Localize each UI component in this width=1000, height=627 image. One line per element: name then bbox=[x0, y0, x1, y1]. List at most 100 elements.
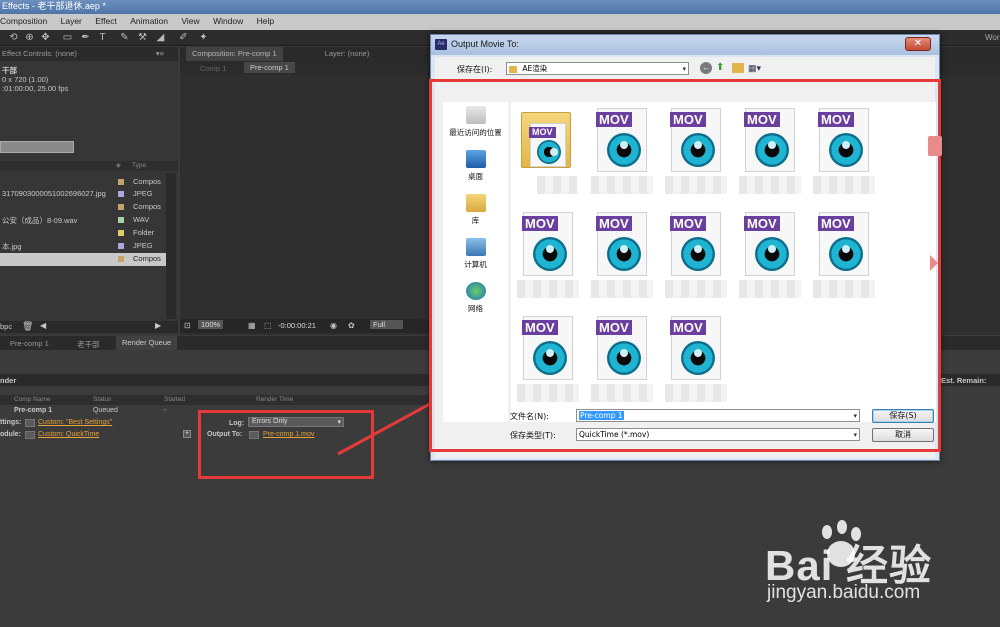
comp-name-col[interactable]: Comp Name bbox=[14, 395, 50, 405]
color-channel-icon[interactable]: ✿ bbox=[348, 321, 355, 330]
effect-controls-tab[interactable]: Effect Controls: (none) ▾≡ bbox=[0, 47, 178, 61]
project-footer: bpc 🗑 ◀ ▶ bbox=[0, 321, 178, 333]
label-color-swatch[interactable] bbox=[118, 179, 124, 185]
type-column-header[interactable]: Type bbox=[132, 161, 146, 171]
status-col[interactable]: Status bbox=[93, 395, 111, 405]
label-color-swatch[interactable] bbox=[118, 230, 124, 236]
project-item-duration: :01:00:00, 25.00 fps bbox=[2, 84, 69, 93]
scroll-marker bbox=[928, 136, 942, 156]
chevron-down-icon: ▾ bbox=[682, 65, 686, 73]
project-column-header: ◈ Type bbox=[0, 161, 178, 171]
tab-old-cadre[interactable]: 老干部 bbox=[77, 339, 100, 350]
workspace-label[interactable]: Wor bbox=[985, 33, 1000, 42]
output-movie-dialog: Ae Output Movie To: ✕ 保存在(I): AE渲染 ▾ ← ⬆… bbox=[429, 34, 941, 461]
close-button[interactable]: ✕ bbox=[905, 37, 931, 51]
menu-layer[interactable]: Layer bbox=[61, 14, 82, 29]
save-in-label: 保存在(I): bbox=[457, 65, 493, 74]
resolution-dropdown[interactable]: Full bbox=[370, 320, 404, 329]
project-item-resolution: 0 x 720 (1.00) bbox=[2, 75, 49, 84]
annotation-file-box bbox=[429, 79, 941, 452]
render-item-started: - bbox=[164, 407, 167, 414]
list-item[interactable]: 本.jpg JPEG bbox=[0, 240, 166, 253]
menu-composition[interactable]: Composition bbox=[0, 14, 47, 29]
brush-tool-icon[interactable]: ✎ bbox=[119, 32, 130, 43]
save-in-dropdown[interactable]: AE渲染 ▾ bbox=[506, 62, 689, 75]
save-in-value: AE渲染 bbox=[522, 64, 548, 73]
watermark-url: jingyan.baidu.com bbox=[767, 582, 921, 603]
composition-tab[interactable]: Composition: Pre-comp 1 bbox=[186, 47, 283, 61]
menu-window[interactable]: Window bbox=[213, 14, 243, 29]
pre-comp-1-subtab[interactable]: Pre-comp 1 bbox=[244, 62, 295, 73]
roto-brush-tool-icon[interactable]: ✐ bbox=[178, 32, 189, 43]
output-module-dropdown[interactable] bbox=[25, 431, 35, 439]
up-folder-icon[interactable]: ⬆ bbox=[716, 62, 728, 74]
menu-effect[interactable]: Effect bbox=[95, 14, 117, 29]
render-item-name[interactable]: Pre-comp 1 bbox=[14, 407, 52, 414]
project-list-scrollbar[interactable] bbox=[166, 173, 176, 319]
output-module-link[interactable]: Custom: QuickTime bbox=[38, 431, 99, 438]
label-color-swatch[interactable] bbox=[118, 204, 124, 210]
list-item-selected[interactable]: Compos bbox=[0, 253, 166, 266]
camera-tool-icon[interactable]: ⊕ bbox=[24, 32, 35, 43]
layer-tab[interactable]: Layer: (none) bbox=[325, 49, 370, 58]
list-item[interactable]: 公安（成品）8-09.wav WAV bbox=[0, 214, 166, 227]
dialog-title: Output Movie To: bbox=[451, 39, 519, 49]
grid-icon[interactable]: ▦ bbox=[248, 321, 256, 330]
always-preview-icon[interactable]: ⊡ bbox=[184, 321, 191, 330]
dialog-title-bar[interactable]: Ae Output Movie To: ✕ bbox=[431, 35, 939, 55]
started-col[interactable]: Started bbox=[164, 395, 185, 405]
back-icon[interactable]: ← bbox=[700, 62, 712, 74]
project-file-list: Compos 317090300005100269​6027.jpg JPEG … bbox=[0, 173, 166, 320]
rotate-tool-icon[interactable]: ⟲ bbox=[8, 32, 19, 43]
output-module-label: odule: bbox=[0, 431, 21, 438]
text-tool-icon[interactable]: T bbox=[97, 32, 108, 43]
baidu-watermark: Bai 经验 jingyan.baidu.com bbox=[720, 520, 990, 620]
render-item-status: Queued bbox=[93, 407, 118, 414]
zoom-dropdown[interactable]: 100% bbox=[198, 320, 224, 329]
snapshot-icon[interactable]: ◉ bbox=[330, 321, 337, 330]
label-color-swatch[interactable] bbox=[118, 243, 124, 249]
after-effects-logo-icon: Ae bbox=[435, 39, 447, 50]
label-color-swatch[interactable] bbox=[118, 191, 124, 197]
effect-controls-tab-label: Effect Controls: (none) bbox=[2, 49, 77, 58]
project-panel: Effect Controls: (none) ▾≡ 干部 0 x 720 (1… bbox=[0, 47, 178, 335]
render-settings-link[interactable]: Custom: "Best Settings" bbox=[38, 419, 112, 426]
project-search-input[interactable] bbox=[0, 141, 74, 153]
label-color-swatch[interactable] bbox=[118, 217, 124, 223]
render-settings-dropdown[interactable] bbox=[25, 419, 35, 427]
eraser-tool-icon[interactable]: ◢ bbox=[155, 32, 166, 43]
tab-pre-comp-1[interactable]: Pre-comp 1 bbox=[10, 339, 49, 348]
label-color-swatch[interactable] bbox=[118, 256, 124, 262]
pen-tool-icon[interactable]: ✒ bbox=[80, 32, 91, 43]
scroll-left-icon[interactable]: ◀ bbox=[40, 321, 46, 330]
label-column-icon[interactable]: ◈ bbox=[116, 161, 121, 171]
menu-animation[interactable]: Animation bbox=[130, 14, 168, 29]
region-icon[interactable]: ⬚ bbox=[264, 321, 272, 330]
timecode-display[interactable]: -0:00:00:21 bbox=[278, 321, 316, 330]
panel-menu-icon[interactable]: ▾≡ bbox=[156, 47, 164, 61]
render-time-col[interactable]: Render Time bbox=[256, 395, 293, 405]
app-title: Effects - 老干部退休.aep * bbox=[2, 1, 106, 11]
new-folder-icon[interactable] bbox=[732, 63, 744, 73]
app-title-bar: Effects - 老干部退休.aep * bbox=[0, 0, 1000, 14]
tab-render-queue[interactable]: Render Queue bbox=[116, 336, 178, 350]
folder-icon bbox=[509, 65, 517, 73]
view-menu-icon[interactable]: ▦▾ bbox=[748, 62, 768, 74]
list-item[interactable]: Compos bbox=[0, 201, 166, 214]
bpc-button[interactable]: bpc bbox=[0, 322, 12, 331]
menu-help[interactable]: Help bbox=[257, 14, 274, 29]
menu-view[interactable]: View bbox=[181, 14, 199, 29]
trash-icon[interactable]: 🗑 bbox=[22, 321, 33, 332]
composition-footer: ⊡ 100% ▦ ⬚ -0:00:00:21 ◉ ✿ Full bbox=[180, 319, 430, 333]
clone-stamp-tool-icon[interactable]: ⚒ bbox=[137, 32, 148, 43]
scroll-right-icon[interactable]: ▶ bbox=[155, 321, 161, 330]
puppet-tool-icon[interactable]: ✦ bbox=[198, 32, 209, 43]
list-item[interactable]: Folder bbox=[0, 227, 166, 240]
add-output-module-icon[interactable]: + bbox=[183, 430, 191, 438]
list-item[interactable]: Compos bbox=[0, 175, 166, 188]
comp-1-subtab[interactable]: Comp 1 bbox=[200, 64, 226, 73]
list-item[interactable]: 317090300005100269​6027.jpg JPEG bbox=[0, 188, 166, 201]
dialog-body: 保存在(I): AE渲染 ▾ ← ⬆ ▦▾ 最近访问的位置 桌面 库 计算机 网… bbox=[429, 57, 941, 458]
rectangle-tool-icon[interactable]: ▭ bbox=[62, 32, 73, 43]
pan-behind-tool-icon[interactable]: ✥ bbox=[40, 32, 51, 43]
